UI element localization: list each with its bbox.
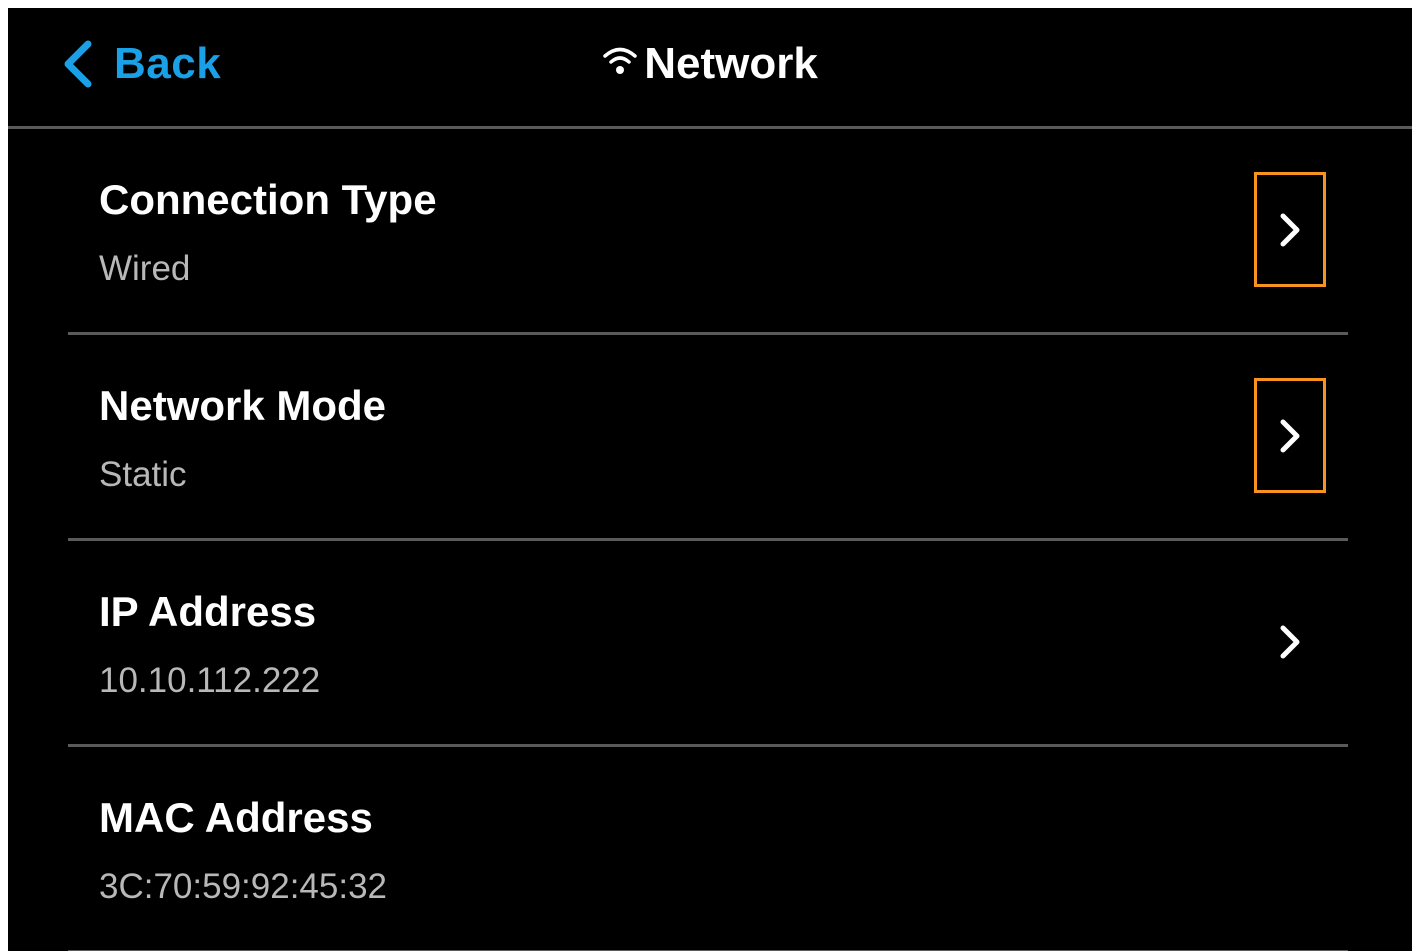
setting-title: MAC Address — [99, 794, 373, 841]
setting-row-ip-address[interactable]: IP Address 10.10.112.222 — [68, 541, 1348, 747]
setting-title: IP Address — [99, 588, 317, 635]
ip-address-arrow-button[interactable] — [1254, 584, 1326, 699]
chevron-right-icon — [1280, 419, 1300, 452]
setting-value: 3C:70:59:92:45:32 — [99, 867, 388, 906]
setting-row-connection-type[interactable]: Connection Type Wired — [68, 129, 1348, 335]
connection-type-arrow-button[interactable] — [1254, 172, 1326, 287]
chevron-right-icon — [1280, 213, 1300, 246]
network-settings-screen: Back Network Connection Type Wired Netwo… — [8, 8, 1412, 951]
setting-value: Static — [99, 455, 187, 494]
network-mode-arrow-button[interactable] — [1254, 378, 1326, 493]
header-bar: Back Network — [8, 8, 1412, 129]
setting-title: Network Mode — [99, 382, 387, 429]
setting-title: Connection Type — [99, 176, 437, 223]
setting-row-network-mode[interactable]: Network Mode Static — [68, 335, 1348, 541]
chevron-right-icon — [1280, 625, 1300, 658]
wifi-icon — [603, 47, 637, 74]
setting-row-mac-address: MAC Address 3C:70:59:92:45:32 — [68, 747, 1348, 951]
page-title-label: Network — [644, 39, 818, 88]
page-title: Network — [8, 36, 1412, 92]
settings-list: Connection Type Wired Network Mode Stati… — [68, 129, 1348, 951]
setting-value: 10.10.112.222 — [99, 661, 321, 700]
setting-value: Wired — [99, 249, 191, 288]
